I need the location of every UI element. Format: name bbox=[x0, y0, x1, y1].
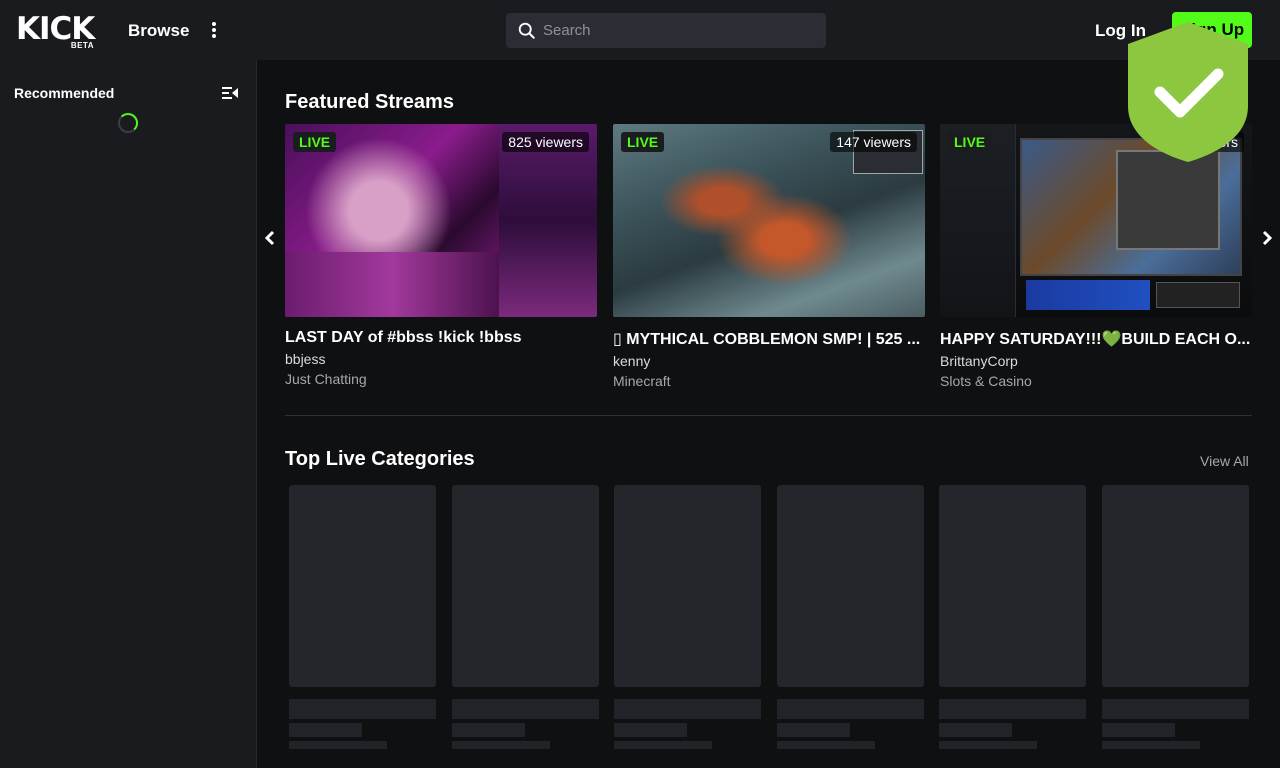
loading-spinner bbox=[118, 113, 138, 133]
chevron-right-icon[interactable] bbox=[1259, 227, 1275, 249]
browse-link[interactable]: Browse bbox=[128, 21, 189, 41]
view-all-link[interactable]: View All bbox=[1200, 453, 1249, 469]
streamer-name[interactable]: bbjess bbox=[285, 351, 597, 367]
recommended-title: Recommended bbox=[14, 85, 115, 101]
search-bar[interactable] bbox=[506, 13, 826, 48]
stream-title[interactable]: HAPPY SATURDAY!!!💚BUILD EACH O... bbox=[940, 329, 1252, 349]
shield-check-icon[interactable] bbox=[1126, 20, 1250, 164]
section-divider bbox=[285, 415, 1252, 416]
kick-logo[interactable]: KICK BETA bbox=[16, 11, 95, 51]
stream-title[interactable]: LAST DAY of #bbss !kick !bbss bbox=[285, 329, 597, 347]
viewer-count: 147 viewers bbox=[830, 132, 917, 152]
search-icon bbox=[518, 22, 535, 39]
category-skeleton-card bbox=[289, 485, 436, 749]
search-input[interactable] bbox=[543, 22, 803, 39]
category-skeleton-card bbox=[452, 485, 599, 749]
top-live-categories-title: Top Live Categories bbox=[285, 448, 475, 470]
stream-title[interactable]: ▯ MYTHICAL COBBLEMON SMP! | 525 ... bbox=[613, 329, 925, 349]
logo-wordmark: KICK bbox=[16, 11, 95, 47]
category-skeleton-card bbox=[1102, 485, 1249, 749]
category-skeleton-card bbox=[614, 485, 761, 749]
streamer-name[interactable]: BrittanyCorp bbox=[940, 353, 1252, 369]
live-badge: LIVE bbox=[948, 132, 992, 152]
viewer-count: 825 viewers bbox=[502, 132, 589, 152]
featured-stream-card[interactable]: LIVE 825 viewers LAST DAY of #bbss !kick… bbox=[285, 124, 597, 387]
stream-category[interactable]: Slots & Casino bbox=[940, 373, 1252, 389]
category-skeleton-card bbox=[939, 485, 1086, 749]
chevron-left-icon[interactable] bbox=[262, 227, 278, 249]
featured-streams-title: Featured Streams bbox=[285, 91, 454, 113]
live-badge: LIVE bbox=[293, 132, 337, 152]
featured-stream-card[interactable]: LIVE 147 viewers ▯ MYTHICAL COBBLEMON SM… bbox=[613, 124, 925, 389]
sidebar-collapse-icon[interactable] bbox=[222, 86, 238, 100]
stream-category[interactable]: Just Chatting bbox=[285, 371, 597, 387]
stream-thumbnail[interactable]: LIVE 825 viewers bbox=[285, 124, 597, 317]
beta-badge: BETA bbox=[70, 41, 94, 50]
sidebar: Recommended bbox=[0, 60, 257, 768]
live-badge: LIVE bbox=[621, 132, 665, 152]
streamer-name[interactable]: kenny bbox=[613, 353, 925, 369]
top-navigation-bar: KICK BETA Browse Log In Sign Up bbox=[0, 0, 1280, 60]
main-content: Featured Streams LIVE 825 viewers LAST D… bbox=[257, 60, 1280, 768]
stream-thumbnail[interactable]: LIVE 147 viewers bbox=[613, 124, 925, 317]
more-menu-icon[interactable] bbox=[205, 21, 223, 39]
category-skeleton-card bbox=[777, 485, 924, 749]
stream-category[interactable]: Minecraft bbox=[613, 373, 925, 389]
